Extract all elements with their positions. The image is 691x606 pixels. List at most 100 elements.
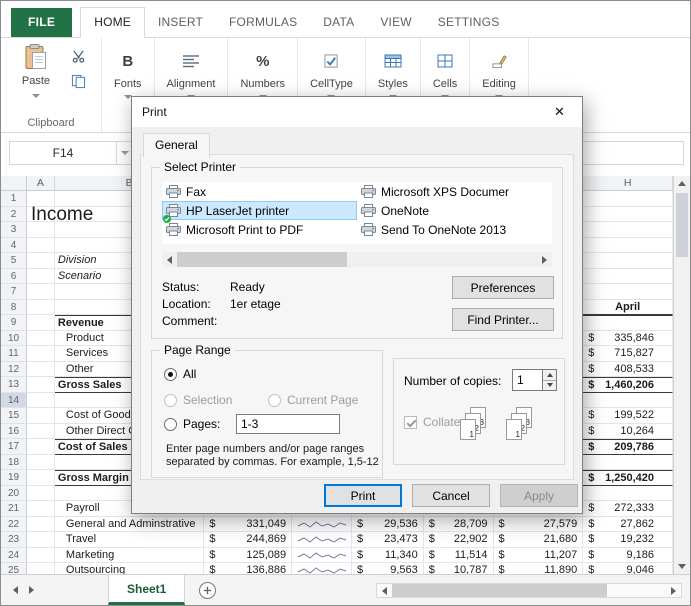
cell[interactable] <box>27 284 55 300</box>
cell[interactable] <box>583 238 673 254</box>
tab-formulas[interactable]: FORMULAS <box>216 8 310 37</box>
row-header[interactable]: 17 <box>1 439 27 455</box>
cell[interactable]: $715,827 <box>583 346 673 362</box>
cell[interactable]: $244,869 <box>204 532 292 548</box>
printer-item[interactable]: OneNote <box>357 201 552 220</box>
tab-home[interactable]: HOME <box>80 7 145 38</box>
printer-item[interactable]: Send To OneNote 2013 <box>357 220 552 239</box>
collate-checkbox[interactable]: Collate <box>404 415 460 429</box>
cell[interactable]: Marketing <box>55 548 205 564</box>
cell[interactable]: $11,340 <box>352 548 424 564</box>
select-all-corner[interactable] <box>1 176 27 190</box>
cell[interactable]: $1,460,206 <box>583 377 673 393</box>
sparkline-cell[interactable] <box>292 548 352 564</box>
find-printer-button[interactable]: Find Printer... <box>452 308 554 331</box>
sparkline-cell[interactable] <box>292 517 352 533</box>
cell[interactable] <box>27 362 55 378</box>
cell[interactable]: Travel <box>55 532 205 548</box>
column-header[interactable]: H <box>583 176 673 190</box>
cut-button[interactable] <box>69 49 87 65</box>
row-header[interactable]: 2 <box>1 207 27 223</box>
close-icon[interactable]: ✕ <box>537 97 582 126</box>
sparkline-cell[interactable] <box>292 532 352 548</box>
scrollbar-thumb[interactable] <box>676 193 688 257</box>
sheet-tab-sheet1[interactable]: Sheet1 <box>108 575 185 605</box>
cell[interactable]: $28,709 <box>424 517 494 533</box>
row-header[interactable]: 5 <box>1 253 27 269</box>
cell[interactable] <box>27 300 55 316</box>
scroll-right-icon[interactable] <box>537 252 552 267</box>
radio-selection[interactable]: Selection <box>164 393 232 407</box>
cell[interactable]: $21,680 <box>494 532 584 548</box>
cell[interactable] <box>583 222 673 238</box>
name-box[interactable]: F14 <box>10 142 117 164</box>
cell[interactable]: $1,250,420 <box>583 470 673 486</box>
tab-data[interactable]: DATA <box>310 8 367 37</box>
printer-list-scrollbar[interactable] <box>162 252 552 267</box>
cell[interactable] <box>583 269 673 285</box>
paste-button[interactable]: Paste <box>13 44 59 98</box>
add-sheet-button[interactable] <box>199 582 216 599</box>
cell[interactable] <box>27 331 55 347</box>
scroll-left-icon[interactable] <box>377 584 392 597</box>
cell[interactable]: $23,473 <box>352 532 424 548</box>
cell[interactable] <box>27 486 55 502</box>
cell[interactable]: $9,046 <box>583 563 673 574</box>
column-header[interactable]: A <box>27 176 55 190</box>
scroll-right-icon[interactable] <box>666 584 681 597</box>
spinner-up-icon[interactable] <box>543 370 556 381</box>
cell[interactable] <box>583 253 673 269</box>
preferences-button[interactable]: Preferences <box>452 276 554 299</box>
cell[interactable]: $9,186 <box>583 548 673 564</box>
cell[interactable]: $11,890 <box>494 563 584 574</box>
cell[interactable] <box>583 191 673 207</box>
cell[interactable] <box>27 408 55 424</box>
cell[interactable] <box>27 501 55 517</box>
cell[interactable] <box>583 207 673 223</box>
radio-pages[interactable]: Pages: <box>164 417 220 431</box>
row-header[interactable]: 7 <box>1 284 27 300</box>
dialog-titlebar[interactable]: Print ✕ <box>132 97 582 127</box>
cell[interactable]: $209,786 <box>583 439 673 455</box>
printer-item[interactable]: HP LaserJet printer <box>162 201 357 220</box>
row-header[interactable]: 21 <box>1 501 27 517</box>
printer-item[interactable]: Microsoft XPS Documer <box>357 182 552 201</box>
cell[interactable] <box>27 563 55 574</box>
row-header[interactable]: 9 <box>1 315 27 331</box>
cell[interactable] <box>27 439 55 455</box>
cell[interactable] <box>27 377 55 393</box>
file-tab[interactable]: FILE <box>11 8 72 37</box>
cell[interactable] <box>27 424 55 440</box>
cell[interactable]: $29,536 <box>352 517 424 533</box>
cell[interactable] <box>583 455 673 471</box>
cell[interactable]: $199,522 <box>583 408 673 424</box>
cell[interactable] <box>583 284 673 300</box>
copies-input[interactable] <box>512 369 542 391</box>
cell[interactable]: $10,264 <box>583 424 673 440</box>
cell[interactable] <box>27 532 55 548</box>
row-header[interactable]: 23 <box>1 532 27 548</box>
row-header[interactable]: 18 <box>1 455 27 471</box>
row-header[interactable]: 8 <box>1 300 27 316</box>
scroll-down-icon[interactable] <box>674 559 690 574</box>
cell[interactable]: $27,579 <box>494 517 584 533</box>
tab-view[interactable]: VIEW <box>367 8 424 37</box>
row-header[interactable]: 20 <box>1 486 27 502</box>
cell[interactable]: $125,089 <box>204 548 292 564</box>
cell[interactable]: $335,846 <box>583 331 673 347</box>
tab-insert[interactable]: INSERT <box>145 8 216 37</box>
cell[interactable]: General and Adminstrative <box>55 517 205 533</box>
row-header[interactable]: 4 <box>1 238 27 254</box>
cancel-button[interactable]: Cancel <box>412 484 490 507</box>
printer-item[interactable]: Fax <box>162 182 357 201</box>
row-header[interactable]: 25 <box>1 563 27 574</box>
row-header[interactable]: 12 <box>1 362 27 378</box>
printer-item[interactable]: Microsoft Print to PDF <box>162 220 357 239</box>
cell[interactable] <box>27 470 55 486</box>
vertical-scrollbar[interactable] <box>673 176 690 574</box>
cell[interactable] <box>27 517 55 533</box>
cell[interactable] <box>27 548 55 564</box>
horizontal-scrollbar[interactable] <box>376 583 682 598</box>
scrollbar-thumb[interactable] <box>392 584 607 597</box>
sheet-nav-left-icon[interactable] <box>13 586 18 594</box>
